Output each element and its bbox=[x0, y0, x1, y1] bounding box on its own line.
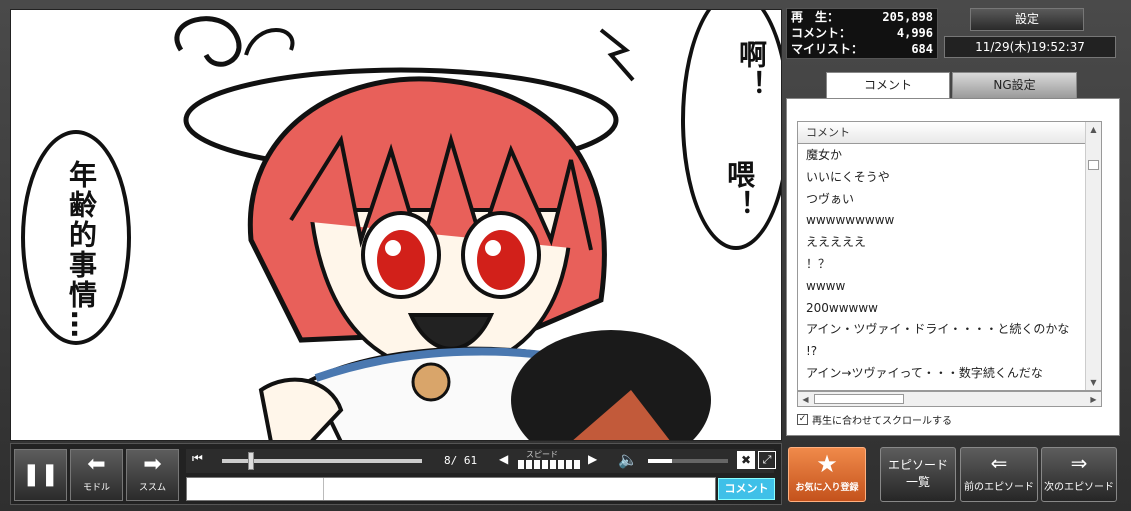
comment-submit-button[interactable]: コメント bbox=[718, 478, 775, 500]
episode-list-label-2: 一覧 bbox=[905, 475, 930, 489]
episode-list-label-1: エピソード bbox=[887, 458, 948, 472]
player-window: 年齢的事情… 啊！ 喂！ 再 生： 205,898 コメント： 4,996 マイリス… bbox=[0, 0, 1131, 511]
skip-start-icon[interactable]: ⏮ bbox=[192, 451, 203, 466]
volume-fill bbox=[648, 459, 672, 463]
speech-text-right-bottom: 喂！ bbox=[723, 160, 756, 220]
comment-list-item[interactable]: !? bbox=[806, 341, 1101, 363]
favorite-label: お気に入り登録 bbox=[795, 483, 859, 493]
comment-command-field[interactable] bbox=[187, 478, 324, 500]
video-area[interactable]: 年齢的事情… 啊！ 喂！ bbox=[10, 9, 782, 441]
arrow-left-icon: ⬅ bbox=[87, 452, 106, 477]
control-bar: ❚❚ ⬅ モドル ➡ ススム ⏮ 8/ 61 ◀ スピード ▶ 🔈 ✖ ⤢ コメント bbox=[10, 443, 782, 505]
comment-list-item[interactable]: えええええ bbox=[806, 232, 1101, 254]
scroll-right-icon[interactable]: ▶ bbox=[1086, 392, 1101, 407]
comment-list-item[interactable]: アイン・ツヴァイ・ドライ・・・・と続くのかな bbox=[806, 319, 1101, 341]
comments-count: 4,996 bbox=[896, 26, 933, 40]
comments-row: コメント： 4,996 bbox=[787, 25, 937, 41]
views-row: 再 生： 205,898 bbox=[787, 9, 937, 25]
seek-thumb[interactable] bbox=[248, 452, 254, 470]
mylist-label: マイリスト： bbox=[791, 42, 864, 56]
comment-list-item[interactable]: wwww bbox=[806, 276, 1101, 298]
tab-ng-settings[interactable]: NG設定 bbox=[952, 72, 1077, 99]
speed-up-icon[interactable]: ▶ bbox=[588, 452, 597, 466]
mylist-count: 684 bbox=[911, 42, 933, 56]
volume-icon[interactable]: 🔈 bbox=[618, 450, 638, 469]
views-label: 再 生： bbox=[791, 10, 840, 24]
next-episode-icon: ⇒ bbox=[1070, 451, 1088, 475]
scroll-thumb[interactable] bbox=[1088, 160, 1099, 170]
prev-episode-label: 前のエピソード bbox=[964, 482, 1034, 493]
fullscreen-icon[interactable]: ⤢ bbox=[758, 451, 776, 469]
star-icon: ★ bbox=[816, 450, 838, 478]
comments-label: コメント： bbox=[791, 26, 852, 40]
comment-list-item[interactable]: 200wwwww bbox=[806, 298, 1101, 320]
speed-down-icon[interactable]: ◀ bbox=[499, 452, 508, 466]
views-count: 205,898 bbox=[882, 10, 933, 24]
comment-list-item[interactable]: wwwwwwwww bbox=[806, 210, 1101, 232]
scroll-down-icon[interactable]: ▼ bbox=[1086, 375, 1101, 390]
close-comments-icon[interactable]: ✖ bbox=[737, 451, 755, 469]
prev-episode-button[interactable]: ⇐ 前のエピソード bbox=[960, 447, 1038, 502]
seek-area: ⏮ 8/ 61 ◀ スピード ▶ 🔈 ✖ ⤢ bbox=[186, 449, 776, 473]
speech-text-left: 年齢的事情… bbox=[65, 160, 98, 340]
horizontal-scrollbar[interactable]: ◀ ▶ bbox=[797, 391, 1102, 407]
comment-list-item[interactable]: いいにくそうや bbox=[806, 167, 1101, 189]
episode-list-button[interactable]: エピソード 一覧 bbox=[880, 447, 956, 502]
comment-list-item[interactable]: 魔女か bbox=[806, 145, 1101, 167]
scroll-left-icon[interactable]: ◀ bbox=[798, 392, 813, 407]
comment-items: 魔女か いいにくそうや つヴぁい wwwwwwwww えええええ！？ wwww 200www… bbox=[798, 144, 1101, 385]
favorite-button[interactable]: ★ お気に入り登録 bbox=[788, 447, 866, 502]
speed-meter bbox=[518, 460, 580, 469]
next-episode-button[interactable]: ⇒ 次のエピソード bbox=[1041, 447, 1117, 502]
speed-label: スピード bbox=[526, 450, 558, 459]
autoscroll-option[interactable]: ✓ 再生に合わせてスクロールする bbox=[797, 412, 952, 427]
prev-episode-icon: ⇐ bbox=[990, 451, 1008, 475]
autoscroll-checkbox[interactable]: ✓ bbox=[797, 414, 808, 425]
stats-panel: 再 生： 205,898 コメント： 4,996 マイリスト： 684 bbox=[786, 8, 938, 59]
forward-button[interactable]: ➡ ススム bbox=[126, 449, 179, 501]
forward-label: ススム bbox=[138, 483, 166, 493]
arrow-right-icon: ➡ bbox=[143, 452, 162, 477]
hscroll-thumb[interactable] bbox=[814, 394, 904, 404]
vertical-scrollbar[interactable]: ▲ ▼ bbox=[1085, 122, 1101, 390]
speech-text-right-top: 啊！ bbox=[735, 40, 768, 100]
comment-input[interactable] bbox=[186, 477, 716, 501]
pause-button[interactable]: ❚❚ bbox=[14, 449, 67, 501]
mylist-row: マイリスト： 684 bbox=[787, 41, 937, 57]
clock-display: 11/29(木)19:52:37 bbox=[944, 36, 1116, 58]
comment-list[interactable]: コメント 魔女か いいにくそうや つヴぁい wwwwwwwww えええええ！？ wwww 2… bbox=[797, 121, 1102, 391]
time-display: 8/ 61 bbox=[444, 454, 478, 467]
next-episode-label: 次のエピソード bbox=[1044, 482, 1114, 493]
comment-list-header[interactable]: コメント bbox=[798, 122, 1101, 144]
back-button[interactable]: ⬅ モドル bbox=[70, 449, 123, 501]
scroll-up-icon[interactable]: ▲ bbox=[1086, 122, 1101, 137]
comment-list-item[interactable]: つヴぁい bbox=[806, 189, 1101, 211]
tab-comment[interactable]: コメント bbox=[826, 72, 950, 100]
comment-list-item[interactable]: ！？ bbox=[806, 254, 1101, 276]
pause-icon: ❚❚ bbox=[22, 462, 59, 487]
comment-panel: コメント 魔女か いいにくそうや つヴぁい wwwwwwwww えええええ！？ wwww 2… bbox=[786, 98, 1120, 436]
back-label: モドル bbox=[82, 483, 110, 493]
autoscroll-label: 再生に合わせてスクロールする bbox=[812, 416, 952, 427]
comment-list-item[interactable]: アイン→ツヴァイって・・・数字続くんだな bbox=[806, 363, 1101, 385]
settings-button[interactable]: 設定 bbox=[970, 8, 1084, 31]
